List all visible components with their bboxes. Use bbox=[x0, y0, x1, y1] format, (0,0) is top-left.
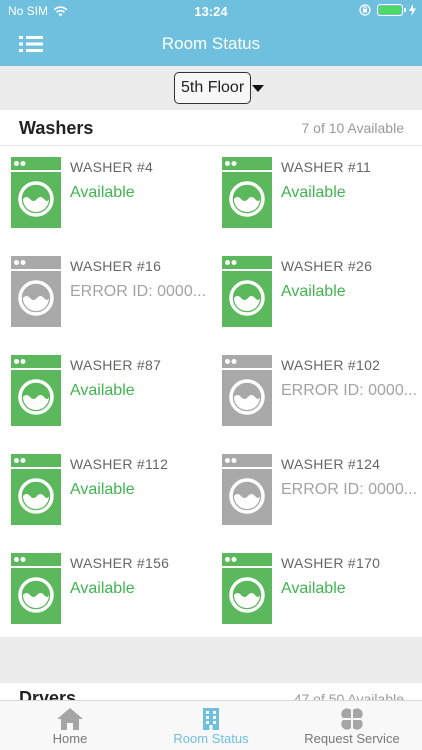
washer-status-available: Available bbox=[281, 184, 346, 201]
washer-card[interactable]: WASHER #124 ERROR ID: 0000... bbox=[222, 454, 422, 529]
washing-machine-icon bbox=[222, 256, 272, 327]
washer-status-available: Available bbox=[281, 283, 346, 300]
tab-request-service[interactable]: Request Service bbox=[282, 701, 422, 750]
washer-name: WASHER #11 bbox=[281, 159, 372, 175]
washers-section: Washers 7 of 10 Available WASHER #4 Avail… bbox=[0, 110, 422, 637]
building-icon bbox=[203, 708, 219, 730]
battery-icon bbox=[377, 4, 406, 16]
washer-card[interactable]: WASHER #102 ERROR ID: 0000... bbox=[222, 355, 422, 430]
home-icon bbox=[57, 708, 83, 730]
nav-bar: Room Status bbox=[0, 22, 422, 66]
floor-selector-bar: 5th Floor bbox=[0, 66, 422, 110]
washer-name: WASHER #170 bbox=[281, 555, 381, 571]
washer-card[interactable]: WASHER #4 Available bbox=[11, 157, 211, 232]
washing-machine-icon bbox=[11, 157, 61, 228]
washer-status-available: Available bbox=[70, 382, 135, 399]
washer-card[interactable]: WASHER #112 Available bbox=[11, 454, 211, 529]
washer-status-available: Available bbox=[281, 580, 346, 597]
washer-name: WASHER #26 bbox=[281, 258, 373, 274]
orientation-lock-icon bbox=[359, 4, 371, 16]
tab-home-label: Home bbox=[52, 731, 88, 746]
washers-header: Washers 7 of 10 Available bbox=[0, 110, 422, 146]
washer-card[interactable]: WASHER #11 Available bbox=[222, 157, 422, 232]
tab-room-status[interactable]: Room Status bbox=[141, 701, 281, 750]
app-header: No SIM 13:24 Room Status bbox=[0, 0, 422, 66]
washing-machine-icon bbox=[11, 553, 61, 624]
section-spacer bbox=[0, 637, 422, 683]
washing-machine-icon bbox=[222, 553, 272, 624]
tab-room-status-label: Room Status bbox=[173, 731, 249, 746]
washer-name: WASHER #87 bbox=[70, 357, 162, 373]
washing-machine-icon bbox=[222, 454, 272, 525]
washer-status-available: Available bbox=[70, 580, 135, 597]
washers-availability-count: 7 of 10 Available bbox=[301, 120, 405, 136]
washing-machine-icon bbox=[11, 355, 61, 426]
washer-status-error: ERROR ID: 0000... bbox=[281, 481, 418, 498]
washer-name: WASHER #124 bbox=[281, 456, 381, 472]
washer-status-available: Available bbox=[70, 184, 135, 201]
washer-name: WASHER #156 bbox=[70, 555, 170, 571]
clover-icon bbox=[341, 708, 363, 730]
washer-name: WASHER #112 bbox=[70, 456, 169, 472]
washing-machine-icon bbox=[222, 157, 272, 228]
washer-card[interactable]: WASHER #156 Available bbox=[11, 553, 211, 628]
washers-title: Washers bbox=[19, 118, 94, 138]
tab-request-service-label: Request Service bbox=[304, 731, 400, 746]
washer-name: WASHER #4 bbox=[70, 159, 154, 175]
washer-name: WASHER #16 bbox=[70, 258, 162, 274]
page-title: Room Status bbox=[161, 34, 261, 53]
washer-status-available: Available bbox=[70, 481, 135, 498]
washing-machine-icon bbox=[11, 256, 61, 327]
dropdown-caret-icon[interactable] bbox=[252, 85, 264, 92]
washer-name: WASHER #102 bbox=[281, 357, 381, 373]
washer-card[interactable]: WASHER #26 Available bbox=[222, 256, 422, 331]
floor-select[interactable]: 5th Floor bbox=[174, 72, 252, 104]
tab-home[interactable]: Home bbox=[0, 701, 140, 750]
washing-machine-icon bbox=[11, 454, 61, 525]
status-bar: No SIM 13:24 bbox=[0, 0, 422, 22]
washer-card[interactable]: WASHER #87 Available bbox=[11, 355, 211, 430]
washer-card[interactable]: WASHER #170 Available bbox=[222, 553, 422, 628]
washer-status-error: ERROR ID: 0000... bbox=[70, 283, 207, 300]
washing-machine-icon bbox=[222, 355, 272, 426]
washer-card[interactable]: WASHER #16 ERROR ID: 0000... bbox=[11, 256, 211, 331]
tab-bar: Home Room Status Request Service bbox=[0, 700, 422, 750]
charging-icon bbox=[409, 4, 416, 16]
washer-status-error: ERROR ID: 0000... bbox=[281, 382, 418, 399]
